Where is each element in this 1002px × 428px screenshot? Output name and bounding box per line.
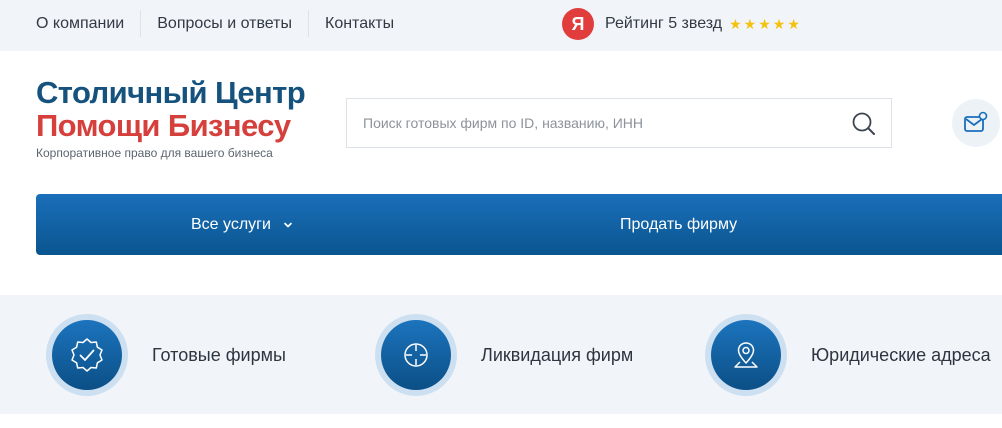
service-icon-ring	[46, 314, 128, 396]
page: О компании Вопросы и ответы Контакты Я Р…	[0, 0, 1002, 428]
service-label: Ликвидация фирм	[481, 344, 634, 365]
search-input[interactable]	[363, 99, 833, 147]
service-label: Юридические адреса	[811, 344, 991, 365]
menu-sell-company-label: Продать фирму	[620, 215, 738, 233]
search-icon[interactable]	[851, 111, 877, 137]
nav-link-contacts[interactable]: Контакты	[325, 10, 394, 37]
logo-line-2: Помощи Бизнесу	[36, 108, 291, 143]
nav-divider	[140, 10, 142, 37]
nav-link-faq[interactable]: Вопросы и ответы	[157, 10, 292, 37]
service-icon-circle	[711, 320, 781, 390]
crosshair-icon	[404, 343, 428, 367]
menu-all-services[interactable]: Все услуги	[191, 194, 293, 255]
top-bar: О компании Вопросы и ответы Контакты Я Р…	[0, 0, 1002, 51]
star-icon: ★	[772, 16, 786, 32]
services-strip: Готовые фирмы Ликвидация фирм Юридически…	[0, 295, 1002, 414]
star-icon: ★	[729, 16, 742, 32]
menu-all-services-label: Все услуги	[191, 215, 271, 233]
nav-divider	[308, 10, 309, 37]
service-icon-circle	[52, 320, 122, 390]
rating-stars: ★ ★ ★ ★ ★	[729, 17, 802, 31]
rating-text: Рейтинг 5 звезд	[605, 15, 723, 32]
service-icon-ring	[705, 314, 787, 396]
logo-tagline: Корпоративное право для вашего бизнеса	[36, 146, 273, 160]
service-label: Готовые фирмы	[152, 344, 286, 365]
nav-link-about[interactable]: О компании	[36, 10, 124, 37]
menu-sell-company[interactable]: Продать фирму	[620, 194, 737, 255]
star-icon: ★	[758, 16, 771, 32]
site-logo[interactable]: Столичный Центр Помощи Бизнесу Корпорати…	[36, 75, 306, 160]
service-icon-circle	[381, 320, 451, 390]
star-icon: ★	[787, 16, 800, 32]
logo-line-1: Столичный Центр	[36, 75, 306, 110]
location-pin-icon	[734, 342, 758, 368]
service-icon-ring	[375, 314, 457, 396]
chevron-down-icon	[284, 222, 292, 227]
main-menu: Все услуги Продать фирму	[36, 194, 1002, 255]
service-legal-addresses[interactable]: Юридические адреса	[705, 314, 991, 396]
star-icon: ★	[743, 16, 757, 32]
mail-icon	[964, 111, 988, 132]
yandex-rating[interactable]: Я Рейтинг 5 звезд ★ ★ ★ ★ ★	[562, 8, 802, 40]
yandex-logo-icon: Я	[562, 8, 594, 40]
service-liquidation[interactable]: Ликвидация фирм	[375, 314, 634, 396]
mail-button[interactable]	[952, 99, 1000, 147]
check-badge-icon	[71, 338, 103, 372]
top-nav: О компании Вопросы и ответы Контакты	[36, 10, 394, 37]
search-box	[346, 98, 892, 148]
service-ready-companies[interactable]: Готовые фирмы	[46, 314, 286, 396]
